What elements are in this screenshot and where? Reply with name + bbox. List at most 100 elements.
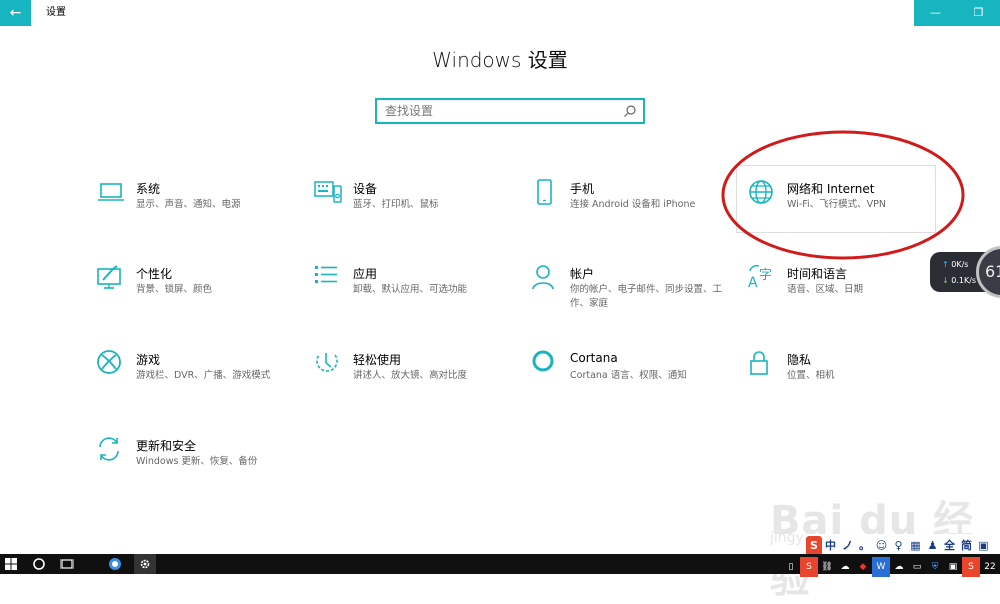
task-view-button[interactable] [56,554,78,574]
taskbar: ▯ S ⛓ ☁ ◆ W ☁ ▭ ⛨ ▣ S 22 [0,554,1000,577]
tile-title: 更新和安全 [136,439,197,453]
tile-time-language[interactable]: A字 时间和语言 语音、区域、日期 [747,263,947,323]
tile-network[interactable]: 网络和 Internet Wi-Fi、飞行模式、VPN [747,178,947,238]
tile-accounts[interactable]: 帐户 你的帐户、电子邮件、同步设置、工作、家庭 [530,263,730,323]
app-title: 设置 [46,7,66,18]
laptop-icon [96,178,126,208]
tile-phone[interactable]: 手机 连接 Android 设备和 iPhone [530,178,730,238]
lock-icon [747,349,777,379]
ime-mode-chinese[interactable]: 中 [822,536,839,556]
tray-file-icon[interactable]: ▯ [782,557,800,577]
cortana-icon [530,349,560,379]
language-icon: A字 [747,263,777,293]
tray-wps-icon[interactable]: W [872,557,890,577]
tile-ease-of-access[interactable]: 轻松使用 讲述人、放大镜、高对比度 [313,349,513,409]
tile-title: 帐户 [570,267,595,281]
tile-description: 位置、相机 [787,370,835,381]
tray-sogou2-icon[interactable]: S [962,557,980,577]
start-button[interactable] [0,554,22,574]
xbox-icon [96,349,126,379]
ime-punctuation-icon[interactable]: 。 [856,536,873,556]
tile-privacy[interactable]: 隐私 位置、相机 [747,349,947,409]
back-button[interactable]: ← [0,0,31,26]
network-speed-widget[interactable]: ↑ 0K/s ↓ 0.1K/s 61 [930,246,1000,298]
tile-title: 个性化 [136,267,173,281]
tray-monitor-icon[interactable]: ▣ [944,557,962,577]
tray-sogou-icon[interactable]: S [800,557,818,577]
tile-description: Cortana 语言、权限、通知 [570,370,687,381]
tile-description: 背景、锁屏、颜色 [136,284,213,295]
restore-button[interactable]: ❐ [957,0,1000,26]
download-speed: ↓ 0.1K/s [942,276,977,285]
gear-icon [140,559,150,569]
ime-emoji-icon[interactable]: ☺ [873,536,890,556]
title-bar: ← 设置 — ❐ [0,0,1000,26]
tile-title: 游戏 [136,353,161,367]
ease-of-access-icon [313,349,343,379]
person-icon [530,263,560,293]
tray-security-icon[interactable]: ◆ [854,557,872,577]
ime-voice-icon[interactable]: ♀ [890,536,907,556]
sogou-logo-icon[interactable]: S [806,536,822,556]
tile-title: 时间和语言 [787,267,848,281]
taskbar-app-browser[interactable] [104,554,126,574]
tile-apps[interactable]: 应用 卸载、默认应用、可选功能 [313,263,513,323]
tile-update-security[interactable]: 更新和安全 Windows 更新、恢复、备份 [96,435,296,495]
ime-toolbar: S 中ノ。 ☺ ♀ ▦ ♟ 全简 ▣ [806,534,1000,556]
taskbar-app-settings[interactable] [134,554,156,574]
tile-description: 显示、声音、通知、电源 [136,199,241,210]
ime-keyboard-icon[interactable]: ▦ [907,536,924,556]
tile-description: 蓝牙、打印机、鼠标 [353,199,439,210]
tile-devices[interactable]: 设备 蓝牙、打印机、鼠标 [313,178,513,238]
window-controls: — ❐ [914,0,1000,26]
cortana-taskbar-button[interactable] [28,554,50,574]
page-title: Windows 设置 [432,48,568,72]
ime-skin-icon[interactable]: ♟ [924,536,941,556]
globe-icon [747,178,777,208]
keyboard-icon [313,178,343,208]
back-arrow-icon: ← [9,5,22,21]
ime-simplified-button[interactable]: 简 [958,536,975,556]
tray-cloud-icon[interactable]: ☁ [836,557,854,577]
tile-title: 设备 [353,182,378,196]
tile-personalization[interactable]: 个性化 背景、锁屏、颜色 [96,263,296,323]
tile-description: 卸载、默认应用、可选功能 [353,284,468,295]
task-view-icon [59,559,75,569]
ime-fullwidth-button[interactable]: 全 [941,536,958,556]
ime-menu-icon[interactable]: ▣ [975,536,992,556]
system-tray: ▯ S ⛓ ☁ ◆ W ☁ ▭ ⛨ ▣ S 22 [782,554,1000,577]
tray-clock[interactable]: 22 [980,557,1000,577]
update-icon [96,435,126,465]
search-box[interactable] [375,98,645,124]
minimize-button[interactable]: — [914,0,957,26]
cortana-circle-icon [33,558,45,570]
personalization-icon [96,263,126,293]
tile-title: 手机 [570,182,595,196]
tray-link-icon[interactable]: ⛓ [818,557,836,577]
tile-description: Wi-Fi、飞行模式、VPN [787,199,886,210]
tile-system[interactable]: 系统 显示、声音、通知、电源 [96,178,296,238]
tray-shield-icon[interactable]: ⛨ [926,557,944,577]
tile-description: 讲述人、放大镜、高对比度 [353,370,468,381]
browser-icon [109,558,121,570]
tile-title: 应用 [353,267,378,281]
usage-percent: 61 [976,246,1000,298]
tile-description: 你的帐户、电子邮件、同步设置、工作、家庭 [570,284,723,309]
tile-title: 网络和 Internet [787,182,875,196]
tray-cloud2-icon[interactable]: ☁ [890,557,908,577]
tile-title: 隐私 [787,353,812,367]
tile-description: Windows 更新、恢复、备份 [136,456,258,467]
tile-cortana[interactable]: Cortana Cortana 语言、权限、通知 [530,349,730,409]
search-input[interactable] [385,103,620,119]
tile-title: 轻松使用 [353,353,402,367]
ime-halfwidth-icon[interactable]: ノ [839,536,856,556]
upload-speed: ↑ 0K/s [942,260,969,269]
svg-text:字: 字 [759,268,772,283]
tile-title: Cortana [570,351,618,365]
phone-icon [530,178,560,208]
search-icon [624,105,636,117]
tile-description: 连接 Android 设备和 iPhone [570,199,696,210]
apps-list-icon [313,263,343,293]
tile-gaming[interactable]: 游戏 游戏栏、DVR、广播、游戏模式 [96,349,296,409]
tray-display-icon[interactable]: ▭ [908,557,926,577]
